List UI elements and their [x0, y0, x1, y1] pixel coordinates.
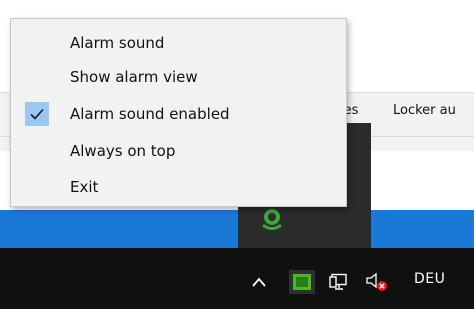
- menu-item-exit[interactable]: Exit: [11, 169, 346, 205]
- taskbar: [0, 248, 474, 309]
- alarm-app-icon: [257, 205, 287, 231]
- menu-item-always-on-top[interactable]: Always on top: [11, 133, 346, 169]
- chevron-up-icon[interactable]: [251, 274, 267, 288]
- background-blue-band: [0, 210, 474, 248]
- menu-item-label: Show alarm view: [70, 68, 198, 86]
- network-icon[interactable]: [329, 273, 349, 291]
- language-indicator[interactable]: DEU: [414, 271, 445, 287]
- menu-item-alarm-sound-enabled[interactable]: Alarm sound enabled: [11, 96, 346, 132]
- menu-item-show-alarm-view[interactable]: Show alarm view: [11, 59, 346, 95]
- menu-item-label: Exit: [70, 178, 99, 196]
- background-tab-locker[interactable]: Locker au: [393, 103, 456, 118]
- check-icon: [25, 102, 49, 126]
- app-tray-icon[interactable]: [289, 270, 315, 294]
- menu-item-label: Always on top: [70, 142, 176, 160]
- menu-item-label: Alarm sound enabled: [70, 105, 230, 123]
- menu-item-alarm-sound[interactable]: Alarm sound: [11, 25, 346, 61]
- volume-muted-icon[interactable]: [366, 272, 388, 292]
- menu-item-label: Alarm sound: [70, 34, 165, 52]
- context-menu: Alarm sound Show alarm view Alarm sound …: [10, 18, 347, 207]
